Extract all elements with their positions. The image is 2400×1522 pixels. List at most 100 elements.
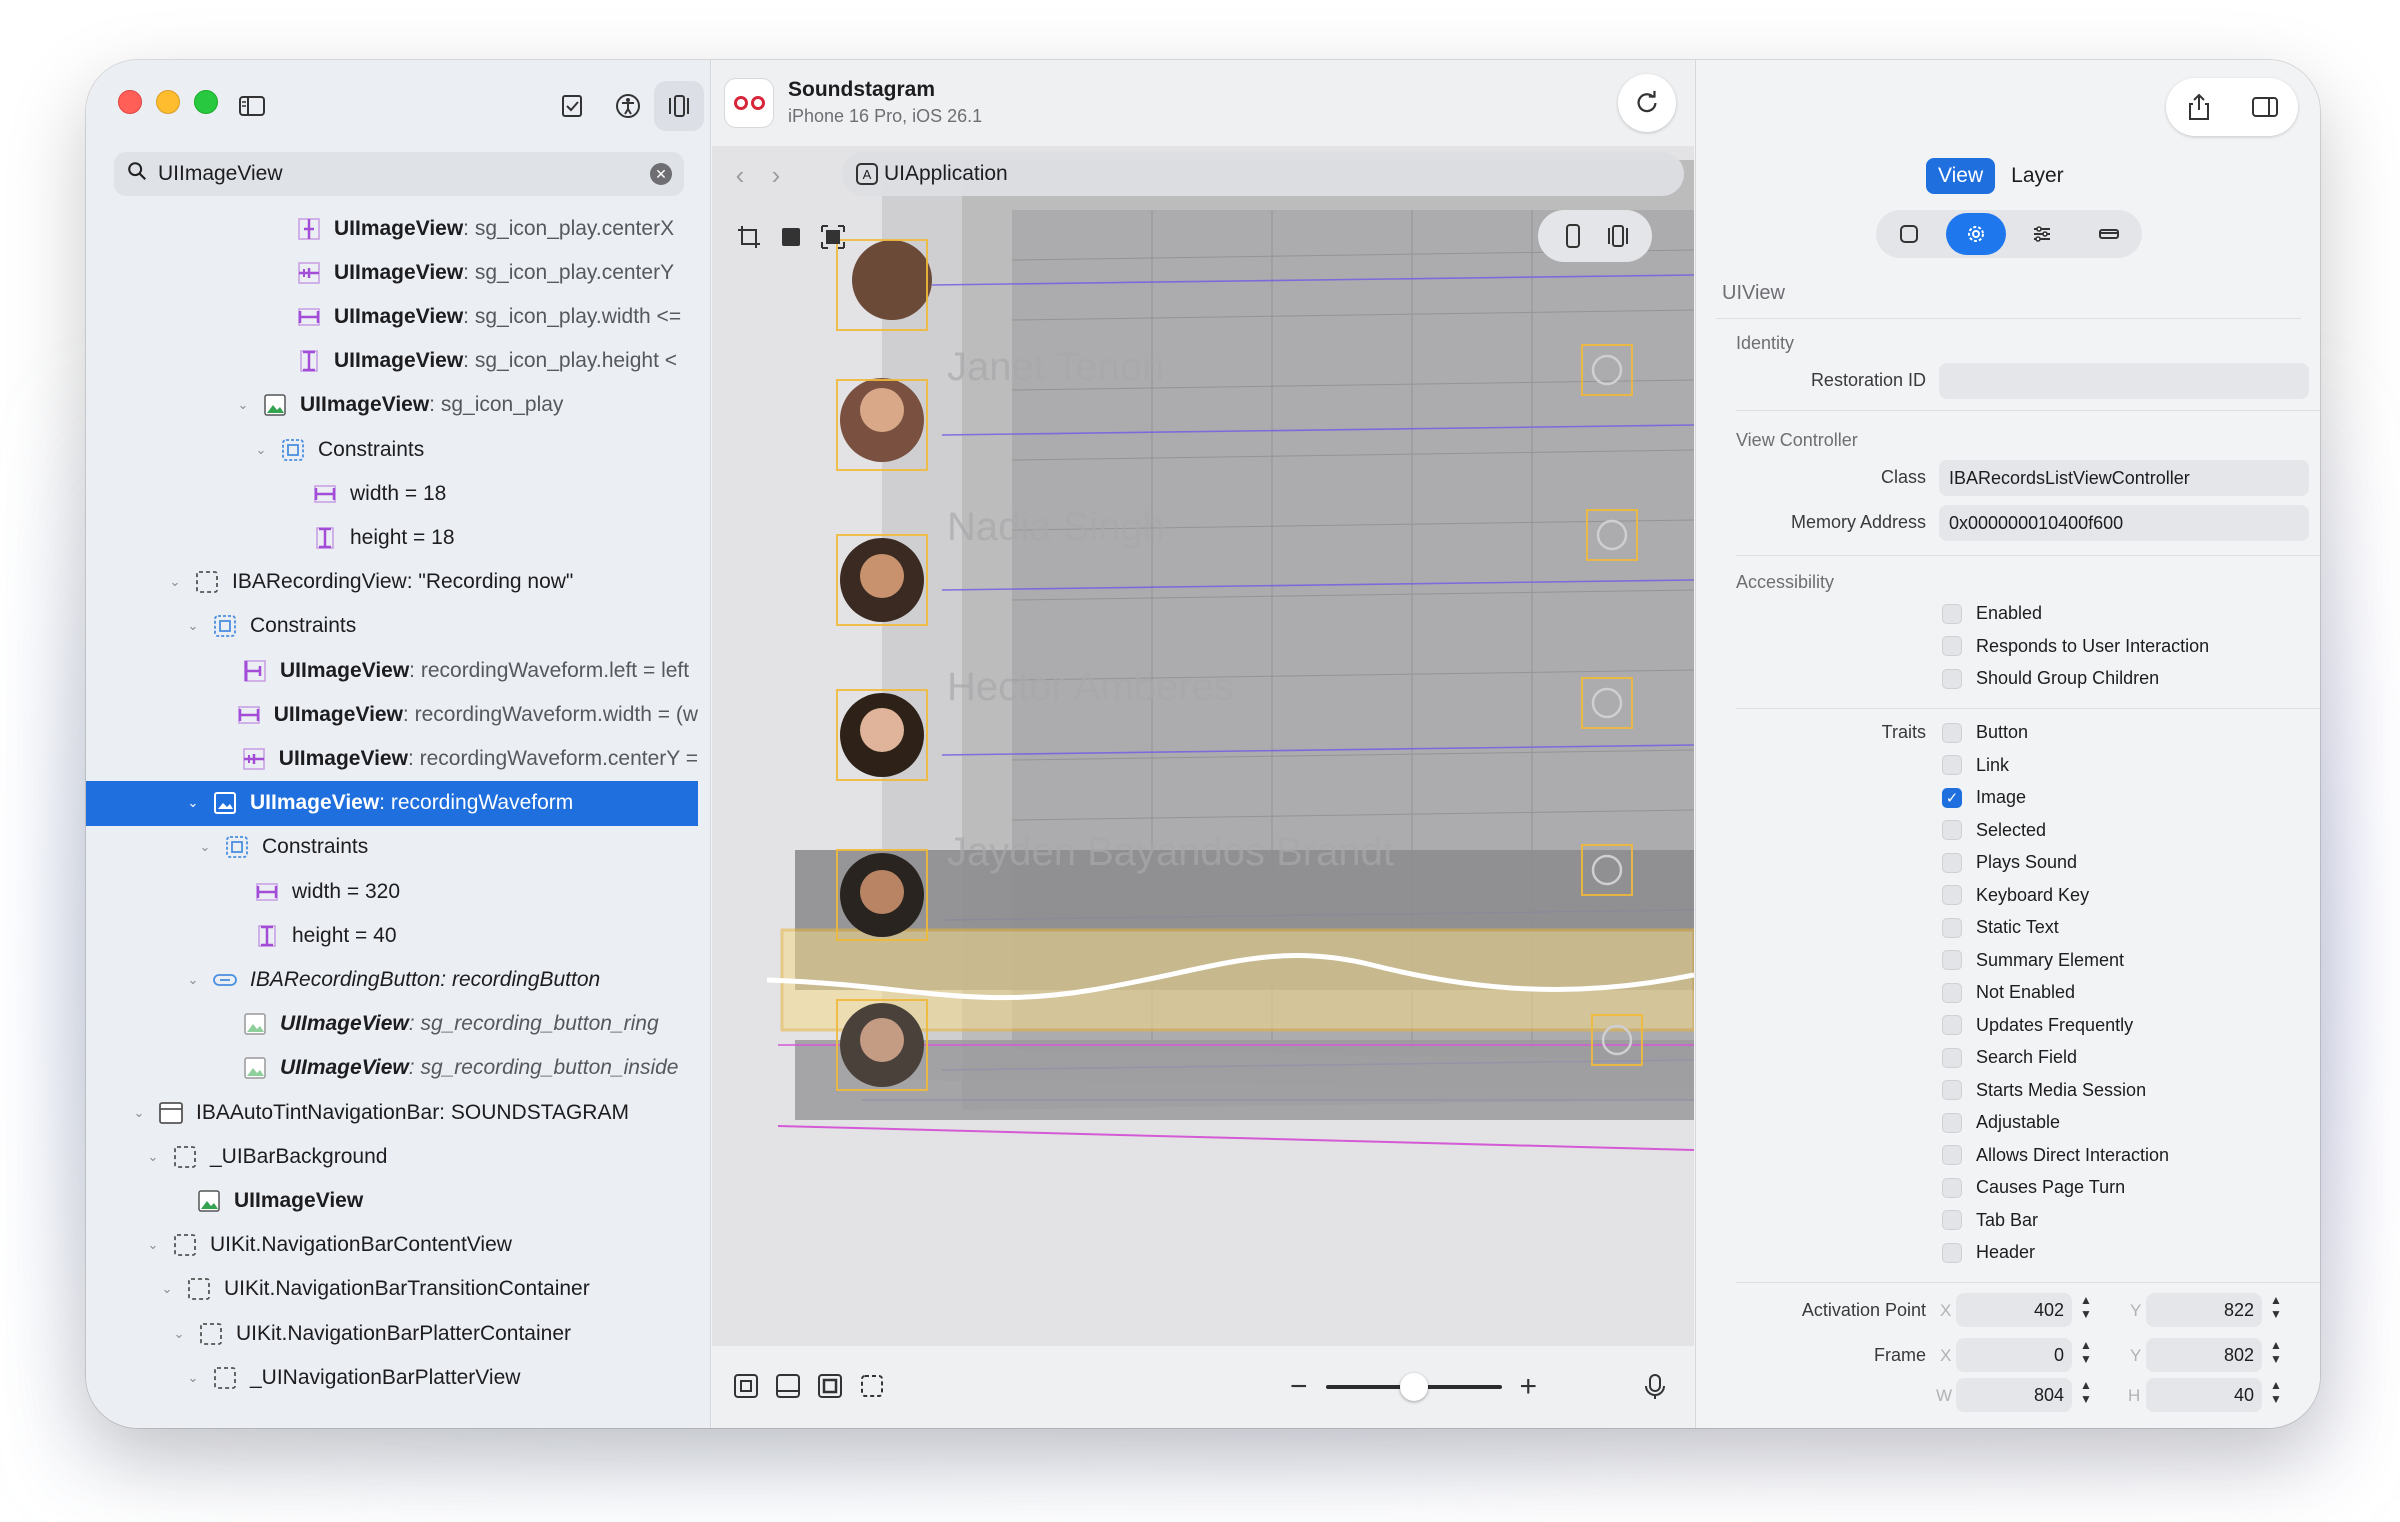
frame-x-stepper[interactable]: ▲ ▼ [2078,1338,2094,1372]
tree-row[interactable]: UIImageView: recordingWaveform.width = (… [86,692,698,737]
activation-x-field[interactable]: 402 [1956,1293,2072,1327]
minimize-window-button[interactable] [156,90,180,114]
trait-checkbox-row[interactable]: Tab Bar [1942,1210,2038,1231]
tab-layer[interactable]: Layer [1999,158,2076,194]
checkbox[interactable] [1942,1210,1962,1230]
refresh-button[interactable] [1618,74,1676,132]
settings-gear-icon[interactable] [1945,213,2006,255]
checkbox[interactable] [1942,722,1962,743]
checkbox[interactable] [1942,1112,1962,1133]
activation-y-stepper[interactable]: ▲ ▼ [2268,1293,2284,1327]
disclosure-chevron-icon[interactable]: ⌄ [184,1370,202,1386]
trait-checkbox-row[interactable]: Static Text [1942,917,2059,938]
tree-row[interactable]: width = 320 [86,869,698,914]
tree-row[interactable]: UIImageView [86,1178,698,1223]
checkbox[interactable] [1942,917,1962,938]
dashed-square-icon[interactable] [858,1372,886,1400]
checkbox[interactable] [1942,636,1962,656]
inspector-toggle-icon[interactable] [2250,92,2280,122]
solid-square-icon[interactable] [776,222,806,252]
disclosure-chevron-icon[interactable]: ⌄ [184,795,202,811]
breadcrumb[interactable]: A UIApplication [842,152,1684,196]
search-field[interactable]: ✕ [114,152,684,196]
checkbox[interactable] [1942,950,1962,970]
accessibility-checkbox-row[interactable]: Should Group Children [1942,668,2159,689]
bottom-panel-icon[interactable] [774,1372,802,1400]
tree-row[interactable]: width = 18 [86,471,698,516]
tree-row[interactable]: UIImageView: sg_icon_play.centerY [86,250,698,295]
zoom-window-button[interactable] [194,90,218,114]
checkbox[interactable] [1942,1177,1962,1198]
tree-row[interactable]: ⌄ IBARecordingButton: recordingButton [86,957,698,1002]
tree-row[interactable]: ⌄ IBAAutoTintNavigationBar: SOUNDSTAGRAM [86,1090,698,1135]
frame-height-stepper[interactable]: ▲ ▼ [2268,1378,2284,1412]
tree-row[interactable]: UIImageView: sg_recording_button_inside [86,1046,698,1091]
frame-y-field[interactable]: 802 [2146,1338,2262,1372]
trait-checkbox-row[interactable]: Starts Media Session [1942,1080,2146,1101]
fit-frame-icon[interactable] [732,1372,760,1400]
frame-width-stepper[interactable]: ▲ ▼ [2078,1378,2094,1412]
microphone-icon[interactable] [1640,1372,1670,1402]
frame-x-field[interactable]: 0 [1956,1338,2072,1372]
tree-row[interactable]: height = 40 [86,913,698,958]
checkbox[interactable]: ✓ [1942,787,1962,808]
share-icon[interactable] [2184,92,2214,122]
trait-checkbox-row[interactable]: Adjustable [1942,1112,2060,1133]
tree-row[interactable]: UIImageView: sg_icon_play.height < [86,339,698,384]
tree-row[interactable]: ⌄ Constraints [86,604,698,649]
frame-bounds-icon[interactable] [818,222,848,252]
class-field[interactable]: IBARecordsListViewController [1939,460,2309,496]
zoom-in-icon[interactable]: + [1520,1370,1538,1404]
disclosure-chevron-icon[interactable]: ⌄ [130,1105,148,1121]
back-arrow-icon[interactable]: ‹ [722,160,758,191]
sidebar-toggle-icon[interactable] [232,86,272,126]
frame-y-stepper[interactable]: ▲ ▼ [2268,1338,2284,1372]
trait-checkbox-row[interactable]: Summary Element [1942,950,2124,971]
tree-row[interactable]: ⌄ UIKit.NavigationBarPlatterContainer [86,1311,698,1356]
checkbox[interactable] [1942,820,1962,840]
checkbox[interactable] [1942,1047,1962,1068]
disclosure-chevron-icon[interactable]: ⌄ [184,618,202,634]
trait-checkbox-row[interactable]: Updates Frequently [1942,1015,2133,1036]
tree-row[interactable]: UIImageView: recordingWaveform.centerY = [86,736,698,781]
trait-checkbox-row[interactable]: Search Field [1942,1047,2077,1068]
view-3d-canvas[interactable]: Janet Tenon Nadia Singh Hector Amberes J… [712,146,1694,1346]
tree-row[interactable]: UIImageView: sg_icon_play.width <= [86,294,698,339]
disclosure-chevron-icon[interactable]: ⌄ [234,397,252,413]
trait-checkbox-row[interactable]: Causes Page Turn [1942,1177,2125,1198]
activation-y-field[interactable]: 822 [2146,1293,2262,1327]
checkbox[interactable] [1942,852,1962,873]
tree-row[interactable]: height = 18 [86,515,698,560]
checkbox[interactable] [1942,668,1962,689]
activation-x-stepper[interactable]: ▲ ▼ [2078,1293,2094,1327]
frame-height-field[interactable]: 40 [2146,1378,2262,1412]
tree-row[interactable]: ⌄ _UINavigationBarPlatterView [86,1355,698,1400]
zoom-out-icon[interactable]: − [1290,1370,1308,1404]
checkbox[interactable] [1942,1080,1962,1100]
trait-checkbox-row[interactable]: Selected [1942,820,2046,841]
checkbox[interactable] [1942,603,1962,624]
tree-row[interactable]: ⌄ UIImageView: sg_icon_play [86,383,698,428]
checkbox[interactable] [1942,1242,1962,1263]
tree-row[interactable]: UIImageView: recordingWaveform.left = le… [86,648,698,693]
tree-row[interactable]: ⌄ UIImageView: recordingWaveform [86,780,698,826]
frame-square-icon[interactable] [1879,213,1939,255]
forward-arrow-icon[interactable]: › [758,160,794,191]
tree-row[interactable]: ⌄ UIKit.NavigationBarContentView [86,1223,698,1268]
restoration-id-field[interactable] [1939,363,2309,399]
accessibility-icon[interactable] [608,86,648,126]
checkbox[interactable] [1942,1015,1962,1035]
disclosure-chevron-icon[interactable]: ⌄ [196,839,214,855]
tree-row[interactable]: UIImageView: sg_icon_play.centerX [86,206,698,251]
trait-checkbox-row[interactable]: ✓ Image [1942,787,2026,808]
trait-checkbox-row[interactable]: Header [1942,1242,2035,1263]
tree-row[interactable]: UIImageView: sg_recording_button_ring [86,1002,698,1047]
layout-split-icon[interactable] [1604,222,1632,250]
trait-checkbox-row[interactable]: Allows Direct Interaction [1942,1145,2169,1166]
phone-icon[interactable] [1559,222,1587,250]
checkbox[interactable] [1942,755,1962,775]
tree-row[interactable]: ⌄ IBARecordingView: "Recording now" [86,560,698,605]
checkbox[interactable] [1942,885,1962,905]
trait-checkbox-row[interactable]: Button [1942,722,2028,743]
bar-rect-icon[interactable] [2079,213,2139,255]
